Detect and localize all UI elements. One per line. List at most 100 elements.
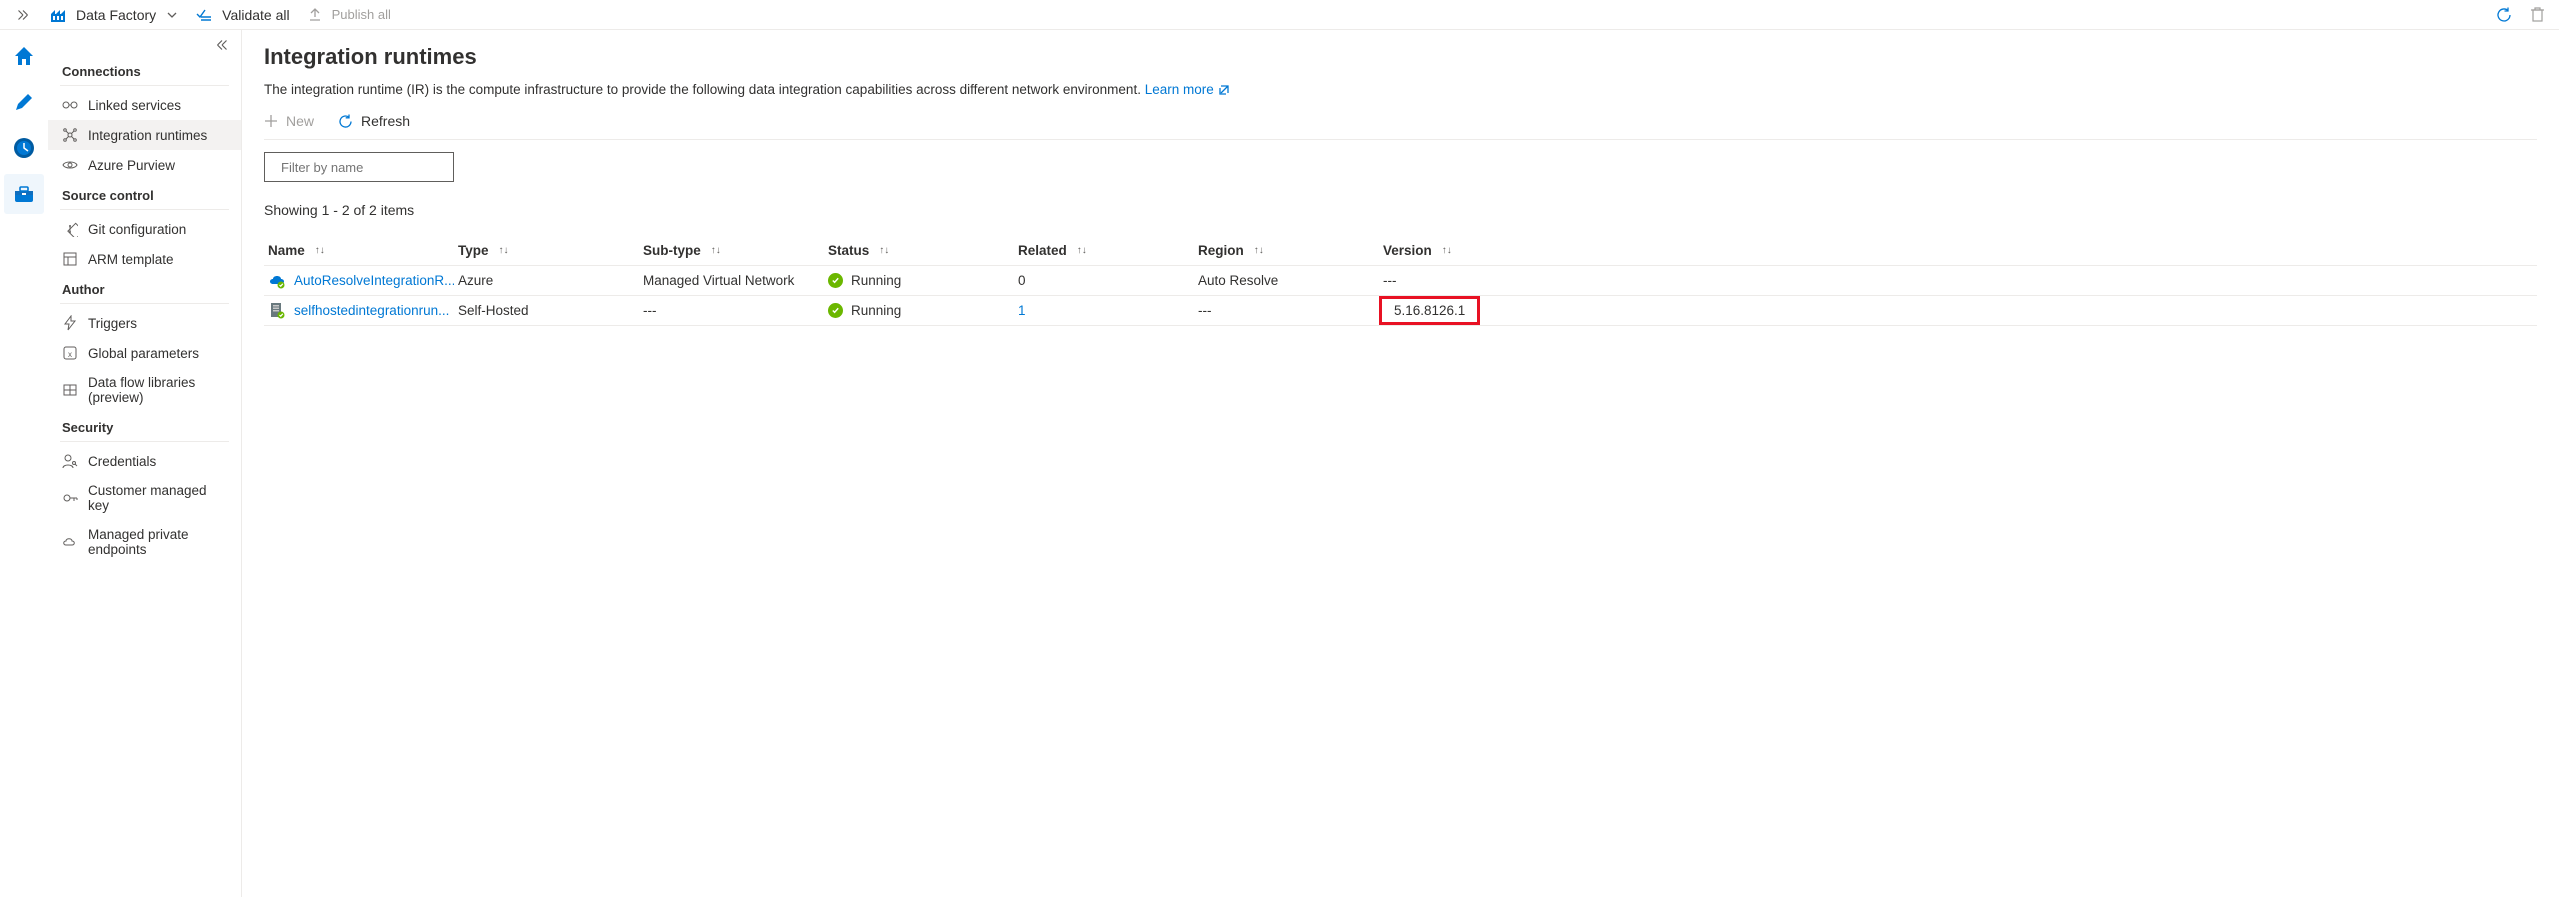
- person-key-icon: [62, 453, 78, 469]
- sidebar-integration-runtimes[interactable]: Integration runtimes: [48, 120, 241, 150]
- chevron-down-icon: [166, 9, 178, 21]
- type-value: Self-Hosted: [458, 303, 529, 318]
- new-label: New: [286, 113, 314, 129]
- page-description: The integration runtime (IR) is the comp…: [264, 82, 2537, 97]
- sort-icon: ↑↓: [879, 245, 893, 256]
- version-value: ---: [1383, 273, 1397, 288]
- col-subtype[interactable]: Sub-type ↑↓: [639, 243, 824, 258]
- filter-box[interactable]: [264, 152, 454, 182]
- status-cell: Running: [824, 303, 1014, 318]
- sidebar-linked-services[interactable]: Linked services: [48, 90, 241, 120]
- sidebar-item-label: Managed private endpoints: [88, 527, 227, 557]
- sort-icon: ↑↓: [1077, 245, 1091, 256]
- command-bar: New Refresh: [264, 107, 2537, 140]
- sidebar-cmk[interactable]: Customer managed key: [48, 476, 241, 520]
- sidebar-credentials[interactable]: Credentials: [48, 446, 241, 476]
- sort-icon: ↑↓: [315, 245, 329, 256]
- key-icon: [62, 490, 78, 506]
- external-link-icon: [1218, 84, 1230, 96]
- sidebar-git-config[interactable]: Git configuration: [48, 214, 241, 244]
- learn-more-text: Learn more: [1145, 82, 1214, 97]
- refresh-button[interactable]: Refresh: [338, 113, 410, 129]
- sort-icon: ↑↓: [1254, 245, 1268, 256]
- subtype-value: ---: [643, 303, 657, 318]
- subtype-cell: ---: [639, 303, 824, 318]
- sort-icon: ↑↓: [711, 245, 725, 256]
- toolbox-icon: [13, 183, 35, 205]
- version-value: 5.16.8126.1: [1394, 303, 1465, 318]
- region-value: ---: [1198, 303, 1212, 318]
- subtype-cell: Managed Virtual Network: [639, 273, 824, 288]
- filter-input[interactable]: [281, 160, 457, 175]
- section-connections: Connections: [48, 56, 241, 81]
- section-author: Author: [48, 274, 241, 299]
- col-label: Region: [1198, 243, 1244, 258]
- table-header-row: Name↑↓ Type↑↓ Sub-type ↑↓ Status ↑↓ Relate…: [264, 236, 2537, 266]
- cloud-ir-icon: [268, 272, 286, 290]
- region-cell: Auto Resolve: [1194, 273, 1379, 288]
- publish-all-button[interactable]: Publish all: [308, 7, 391, 22]
- rail-home[interactable]: [4, 36, 44, 76]
- version-highlight: 5.16.8126.1: [1379, 296, 1480, 325]
- subtype-value: Managed Virtual Network: [643, 273, 794, 288]
- params-icon: x: [62, 345, 78, 361]
- status-text: Running: [851, 303, 901, 318]
- check-circle-icon: [828, 273, 843, 288]
- sidebar-item-label: Data flow libraries (preview): [88, 375, 227, 405]
- col-status[interactable]: Status ↑↓: [824, 243, 1014, 258]
- col-label: Sub-type: [643, 243, 701, 258]
- related-cell: 1: [1014, 303, 1194, 318]
- chevron-right-icon[interactable]: [14, 10, 32, 20]
- status-text: Running: [851, 273, 901, 288]
- col-label: Status: [828, 243, 869, 258]
- discard-icon[interactable]: [2530, 7, 2545, 22]
- col-version[interactable]: Version↑↓: [1379, 243, 1579, 258]
- region-cell: ---: [1194, 303, 1379, 318]
- related-link[interactable]: 1: [1018, 303, 1026, 318]
- validate-all-button[interactable]: Validate all: [196, 7, 289, 23]
- col-region[interactable]: Region ↑↓: [1194, 243, 1379, 258]
- publish-label: Publish all: [332, 7, 391, 22]
- collapse-sidebar-icon[interactable]: [48, 34, 241, 56]
- git-icon: [62, 221, 78, 237]
- ir-name-link[interactable]: selfhostedintegrationrun...: [294, 303, 449, 318]
- rail-monitor[interactable]: [4, 128, 44, 168]
- factory-icon: [50, 7, 66, 23]
- check-circle-icon: [828, 303, 843, 318]
- region-value: Auto Resolve: [1198, 273, 1278, 288]
- col-related[interactable]: Related↑↓: [1014, 243, 1194, 258]
- svg-text:x: x: [68, 350, 72, 359]
- rail-manage[interactable]: [4, 174, 44, 214]
- bolt-icon: [62, 315, 78, 331]
- sidebar-item-label: Git configuration: [88, 222, 186, 237]
- learn-more-link[interactable]: Learn more: [1145, 82, 1230, 97]
- refresh-label: Refresh: [361, 113, 410, 129]
- library-icon: [62, 382, 78, 398]
- section-source-control: Source control: [48, 180, 241, 205]
- version-cell: 5.16.8126.1: [1379, 296, 1579, 325]
- sort-icon: ↑↓: [499, 245, 513, 256]
- eye-icon: [62, 157, 78, 173]
- sidebar-azure-purview[interactable]: Azure Purview: [48, 150, 241, 180]
- product-name: Data Factory: [76, 7, 156, 23]
- col-type[interactable]: Type↑↓: [454, 243, 639, 258]
- sidebar-mpe[interactable]: Managed private endpoints: [48, 520, 241, 564]
- integration-runtimes-icon: [62, 127, 78, 143]
- main-content: Integration runtimes The integration run…: [242, 30, 2559, 897]
- refresh-icon: [338, 114, 353, 129]
- rail-author[interactable]: [4, 82, 44, 122]
- ir-name-link[interactable]: AutoResolveIntegrationR...: [294, 273, 454, 288]
- sidebar-global-params[interactable]: x Global parameters: [48, 338, 241, 368]
- new-button[interactable]: New: [264, 113, 314, 129]
- section-security: Security: [48, 412, 241, 437]
- checklist-icon: [196, 7, 212, 23]
- sidebar-df-libraries[interactable]: Data flow libraries (preview): [48, 368, 241, 412]
- table-row: AutoResolveIntegrationR...AzureManaged V…: [264, 266, 2537, 296]
- sidebar-item-label: ARM template: [88, 252, 174, 267]
- product-picker[interactable]: Data Factory: [50, 7, 178, 23]
- sidebar-arm-template[interactable]: ARM template: [48, 244, 241, 274]
- refresh-page-icon[interactable]: [2496, 7, 2512, 23]
- sidebar-triggers[interactable]: Triggers: [48, 308, 241, 338]
- col-name[interactable]: Name↑↓: [264, 243, 454, 258]
- sidebar-item-label: Global parameters: [88, 346, 199, 361]
